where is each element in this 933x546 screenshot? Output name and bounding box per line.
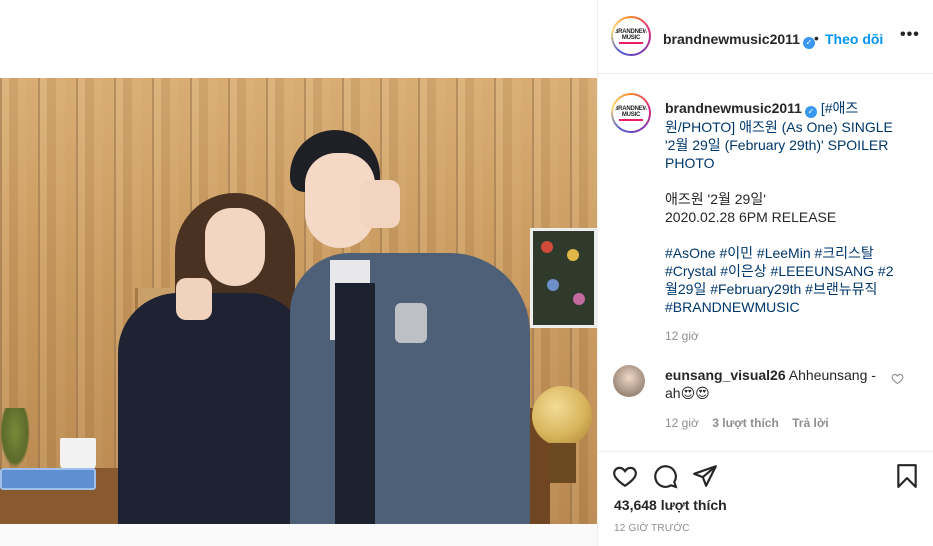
post-actions: 43,648 lượt thích 12 GIỜ TRƯỚC [598, 451, 933, 546]
commenter-avatar[interactable] [613, 365, 645, 397]
avatar-logo-text-2: MUSIC [621, 34, 641, 41]
account-avatar[interactable]: BRANDNEW MUSIC [611, 16, 651, 56]
comment-time: 12 giờ [665, 416, 699, 430]
caption-username[interactable]: brandnewmusic2011 [665, 100, 802, 116]
commenter-username[interactable]: eunsang_visual26 [665, 367, 786, 383]
post-side-panel: BRANDNEW MUSIC brandnewmusic2011 ✓ • Theo… [597, 0, 933, 546]
comment-heart-icon[interactable] [891, 372, 904, 385]
caption-line-3: 2020.02.28 6PM RELEASE [665, 209, 837, 225]
top-blank-area [0, 0, 597, 78]
person-woman [118, 293, 308, 524]
reply-button[interactable]: Trả lời [792, 416, 829, 430]
person-man [290, 253, 530, 524]
follow-button[interactable]: Theo dõi [825, 31, 883, 47]
mug [60, 438, 96, 470]
comment-icon[interactable] [652, 463, 678, 489]
account-username[interactable]: brandnewmusic2011 ✓ [663, 31, 815, 49]
post-header: BRANDNEW MUSIC brandnewmusic2011 ✓ • Theo… [598, 0, 933, 74]
more-icon[interactable]: ••• [900, 26, 920, 44]
comments-section[interactable]: BRANDNEW MUSIC brandnewmusic2011 ✓ [#애즈원/… [598, 75, 933, 450]
comment-likes[interactable]: 3 lượt thích [712, 416, 779, 430]
share-icon[interactable] [692, 463, 718, 489]
posted-time[interactable]: 12 GIỜ TRƯỚC [614, 523, 690, 534]
caption-avatar[interactable]: BRANDNEW MUSIC [611, 93, 651, 133]
bookmark-icon[interactable] [894, 463, 920, 489]
wall-poster [530, 228, 597, 328]
heart-icon[interactable] [612, 463, 638, 489]
caption-line-2: 애즈원 '2월 29일' [665, 191, 766, 207]
comment-text: eunsang_visual26 Ahheunsang - ah😍😍 [665, 366, 885, 402]
comment-meta: 12 giờ 3 lượt thích Trả lời [665, 416, 839, 430]
globe [532, 386, 592, 446]
separator-dot: • [814, 30, 819, 46]
keyboard [0, 468, 96, 490]
caption-hashtags[interactable]: #AsOne #이민 #LeeMin #크리스탈 #Crystal #이은상 #… [665, 245, 894, 315]
post-photo[interactable] [0, 78, 597, 524]
caption-text: brandnewmusic2011 ✓ [#애즈원/PHOTO] 애즈원 (As … [665, 99, 905, 316]
verified-icon: ✓ [804, 106, 817, 118]
caption-time: 12 giờ [665, 329, 699, 343]
likes-count[interactable]: 43,648 lượt thích [614, 497, 727, 513]
